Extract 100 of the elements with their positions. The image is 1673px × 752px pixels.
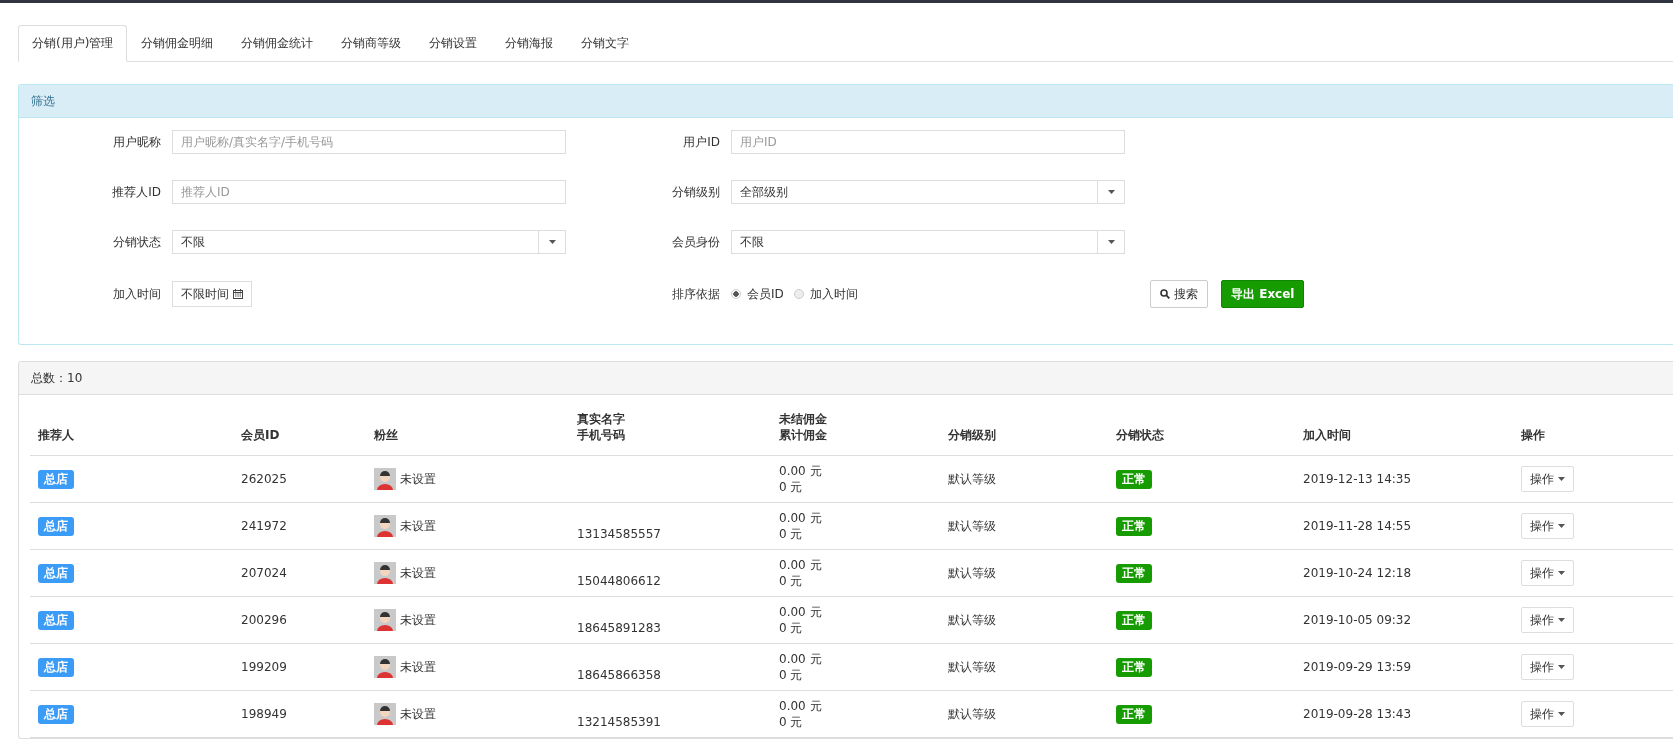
table-cell: 默认等级: [940, 690, 1108, 738]
action-dropdown-button[interactable]: 操作: [1521, 466, 1574, 492]
fan-name: 未设置: [400, 659, 436, 675]
phone-number: 13214585391: [577, 714, 662, 730]
column-header: 分销状态: [1108, 395, 1295, 456]
tab[interactable]: 分销佣金统计: [227, 25, 328, 62]
referrer-badge: 总店: [38, 516, 74, 536]
unsettled-commission: 0.00 元: [779, 510, 823, 526]
unsettled-commission: 0.00 元: [779, 604, 823, 620]
unsettled-commission: 0.00 元: [779, 557, 823, 573]
dropdown-field[interactable]: 全部级别: [731, 180, 1125, 204]
column-header: 加入时间: [1295, 395, 1513, 456]
total-count: 总数：10: [19, 362, 1673, 395]
avatar-icon: [374, 562, 396, 584]
status-badge: 正常: [1116, 516, 1152, 536]
tab[interactable]: 分销设置: [415, 25, 492, 62]
action-dropdown-button[interactable]: 操作: [1521, 560, 1574, 586]
search-button[interactable]: 搜索: [1150, 280, 1208, 308]
fan-name: 未设置: [400, 706, 436, 722]
avatar-icon: [374, 468, 396, 490]
caret-icon: [1558, 571, 1565, 575]
table-cell: 262025: [233, 455, 366, 503]
field-label: 会员身份: [671, 233, 721, 251]
date-picker-button[interactable]: 不限时间: [172, 281, 252, 307]
field-label: 分销级别: [671, 183, 721, 201]
avatar-icon: [374, 609, 396, 631]
status-badge: 正常: [1116, 704, 1152, 724]
table-cell: 2019-12-13 14:35: [1295, 455, 1513, 503]
table-cell: 198949: [233, 690, 366, 738]
unsettled-commission: 0.00 元: [779, 651, 823, 667]
table-cell: 207024: [233, 549, 366, 597]
total-commission: 0 元: [779, 620, 804, 636]
caret-icon: [1558, 618, 1565, 622]
fan-name: 未设置: [400, 612, 436, 628]
referrer-badge: 总店: [38, 704, 74, 724]
action-dropdown-button[interactable]: 操作: [1521, 607, 1574, 633]
table-cell: 默认等级: [940, 455, 1108, 503]
tab[interactable]: 分销商等级: [327, 25, 416, 62]
caret-icon: [1107, 240, 1115, 244]
column-header: 会员ID: [233, 395, 366, 456]
search-icon: [1160, 289, 1170, 299]
radio-option[interactable]: 会员ID: [731, 285, 784, 303]
phone-number: 13134585557: [577, 526, 662, 542]
avatar-icon: [374, 656, 396, 678]
caret-icon: [1107, 190, 1115, 194]
fan-name: 未设置: [400, 565, 436, 581]
column-header: 推荐人: [30, 395, 233, 456]
fan-name: 未设置: [400, 518, 436, 534]
status-badge: 正常: [1116, 610, 1152, 630]
status-badge: 正常: [1116, 469, 1152, 489]
avatar-icon: [374, 515, 396, 537]
action-dropdown-button[interactable]: 操作: [1521, 701, 1574, 727]
field-label: 推荐人ID: [111, 183, 162, 201]
dropdown-field[interactable]: 不限: [172, 230, 566, 254]
tab[interactable]: 分销(用户)管理: [18, 25, 128, 62]
column-header: 分销级别: [940, 395, 1108, 456]
action-dropdown-button[interactable]: 操作: [1521, 654, 1574, 680]
field-label: 排序依据: [671, 285, 721, 303]
total-commission: 0 元: [779, 714, 804, 730]
tab[interactable]: 分销佣金明细: [127, 25, 228, 62]
phone-number: 18645891283: [577, 620, 662, 636]
table-cell: 241972: [233, 502, 366, 550]
text-field[interactable]: 用户昵称/真实名字/手机号码: [172, 130, 566, 154]
action-dropdown-button[interactable]: 操作: [1521, 513, 1574, 539]
caret-icon: [1558, 712, 1565, 716]
calendar-icon: [233, 289, 243, 299]
text-field[interactable]: 推荐人ID: [172, 180, 566, 204]
status-badge: 正常: [1116, 657, 1152, 677]
table-cell: 2019-09-29 13:59: [1295, 643, 1513, 691]
unsettled-commission: 0.00 元: [779, 698, 823, 714]
total-commission: 0 元: [779, 526, 804, 542]
total-commission: 0 元: [779, 667, 804, 683]
column-header: 真实名字 手机号码: [569, 395, 771, 456]
text-field[interactable]: 用户ID: [731, 130, 1125, 154]
dropdown-field[interactable]: 不限: [731, 230, 1125, 254]
tab[interactable]: 分销文字: [567, 25, 644, 62]
field-label: 加入时间: [112, 285, 162, 303]
column-header: 未结佣金 累计佣金: [771, 395, 940, 456]
caret-icon: [1558, 477, 1565, 481]
field-label: 用户昵称: [112, 133, 162, 151]
radio-option[interactable]: 加入时间: [793, 285, 858, 303]
fan-name: 未设置: [400, 471, 436, 487]
phone-number: 18645866358: [577, 667, 662, 683]
column-header: 操作: [1513, 395, 1673, 456]
unsettled-commission: 0.00 元: [779, 463, 823, 479]
tab[interactable]: 分销海报: [491, 25, 568, 62]
avatar-icon: [374, 703, 396, 725]
phone-number: 15044806612: [577, 573, 662, 589]
table-cell: 2019-11-28 14:55: [1295, 502, 1513, 550]
referrer-badge: 总店: [38, 563, 74, 583]
caret-icon: [548, 240, 556, 244]
total-commission: 0 元: [779, 573, 804, 589]
column-header: 粉丝: [366, 395, 569, 456]
caret-icon: [1558, 524, 1565, 528]
table-cell: 2019-10-05 09:32: [1295, 596, 1513, 644]
table-cell: 2019-10-24 12:18: [1295, 549, 1513, 597]
table-cell: 默认等级: [940, 549, 1108, 597]
status-badge: 正常: [1116, 563, 1152, 583]
export-excel-button[interactable]: 导出 Excel: [1221, 280, 1305, 308]
panel-title: 筛选: [19, 85, 1673, 118]
